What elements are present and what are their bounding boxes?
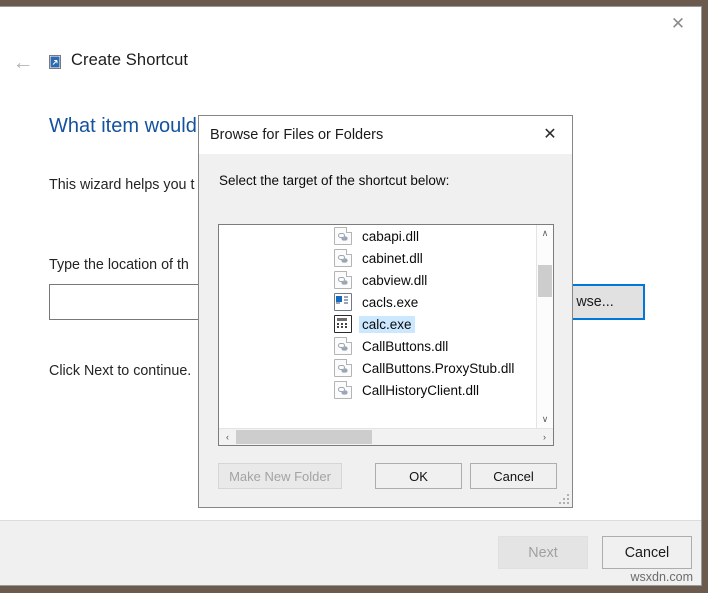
- wizard-titlebar: ✕: [0, 7, 701, 41]
- wizard-heading: What item would: [49, 115, 197, 138]
- scroll-down-icon[interactable]: ∨: [537, 411, 553, 428]
- horizontal-scrollbar[interactable]: ‹ ›: [219, 428, 553, 445]
- list-item-label: cabinet.dll: [359, 250, 426, 267]
- console-app-icon: [334, 293, 352, 311]
- cancel-button[interactable]: Cancel: [602, 536, 692, 569]
- create-shortcut-window: ✕ ← Create Shortcut What item would This…: [0, 6, 702, 586]
- next-button[interactable]: Next: [498, 536, 588, 569]
- click-next-text: Click Next to continue.: [49, 363, 191, 379]
- back-arrow-icon[interactable]: ←: [8, 47, 38, 77]
- close-icon[interactable]: ✕: [655, 7, 701, 39]
- file-list[interactable]: cabapi.dll cabinet.dll cabview.dll cacls.ex…: [219, 225, 536, 428]
- resize-grip-icon[interactable]: [557, 492, 569, 504]
- scroll-left-icon[interactable]: ‹: [219, 429, 236, 445]
- make-new-folder-button[interactable]: Make New Folder: [218, 463, 342, 489]
- list-item-label: calc.exe: [359, 316, 415, 333]
- dll-file-icon: [334, 359, 352, 377]
- dialog-prompt: Select the target of the shortcut below:: [219, 173, 449, 188]
- list-item[interactable]: cabview.dll: [219, 269, 536, 291]
- vertical-scrollbar[interactable]: ∧ ∨: [536, 225, 553, 428]
- list-item-label: cabapi.dll: [359, 228, 422, 245]
- watermark: wsxdn.com: [630, 570, 693, 584]
- wizard-header: ← Create Shortcut: [0, 41, 701, 89]
- list-item[interactable]: cacls.exe: [219, 291, 536, 313]
- horizontal-scrollbar-thumb[interactable]: [236, 430, 372, 444]
- list-item-label: cabview.dll: [359, 272, 430, 289]
- dll-file-icon: [334, 249, 352, 267]
- wizard-footer: Next Cancel wsxdn.com: [0, 520, 701, 585]
- shortcut-icon: [47, 54, 63, 70]
- dll-file-icon: [334, 381, 352, 399]
- list-item[interactable]: cabapi.dll: [219, 225, 536, 247]
- list-item-label: CallHistoryClient.dll: [359, 382, 482, 399]
- dll-file-icon: [334, 337, 352, 355]
- page-title: Create Shortcut: [71, 51, 188, 70]
- dll-file-icon: [334, 271, 352, 289]
- type-location-label: Type the location of th: [49, 257, 189, 273]
- close-icon[interactable]: ✕: [528, 116, 572, 153]
- list-item-label: cacls.exe: [359, 294, 421, 311]
- dialog-title: Browse for Files or Folders: [210, 127, 383, 143]
- file-list-frame: cabapi.dll cabinet.dll cabview.dll cacls.ex…: [218, 224, 554, 446]
- ok-button[interactable]: OK: [375, 463, 462, 489]
- list-item[interactable]: calc.exe: [219, 313, 536, 335]
- dialog-titlebar: Browse for Files or Folders ✕: [199, 116, 572, 154]
- dialog-cancel-button[interactable]: Cancel: [470, 463, 557, 489]
- list-item[interactable]: cabinet.dll: [219, 247, 536, 269]
- list-item-label: CallButtons.ProxyStub.dll: [359, 360, 517, 377]
- scroll-up-icon[interactable]: ∧: [537, 225, 553, 242]
- browse-for-files-dialog: Browse for Files or Folders ✕ Select the…: [198, 115, 573, 508]
- list-item[interactable]: CallHistoryClient.dll: [219, 379, 536, 401]
- vertical-scrollbar-thumb[interactable]: [538, 265, 552, 297]
- list-item[interactable]: CallButtons.dll: [219, 335, 536, 357]
- dll-file-icon: [334, 227, 352, 245]
- scroll-right-icon[interactable]: ›: [536, 429, 553, 445]
- calculator-app-icon: [334, 315, 352, 333]
- list-item[interactable]: CallButtons.ProxyStub.dll: [219, 357, 536, 379]
- list-item-label: CallButtons.dll: [359, 338, 451, 355]
